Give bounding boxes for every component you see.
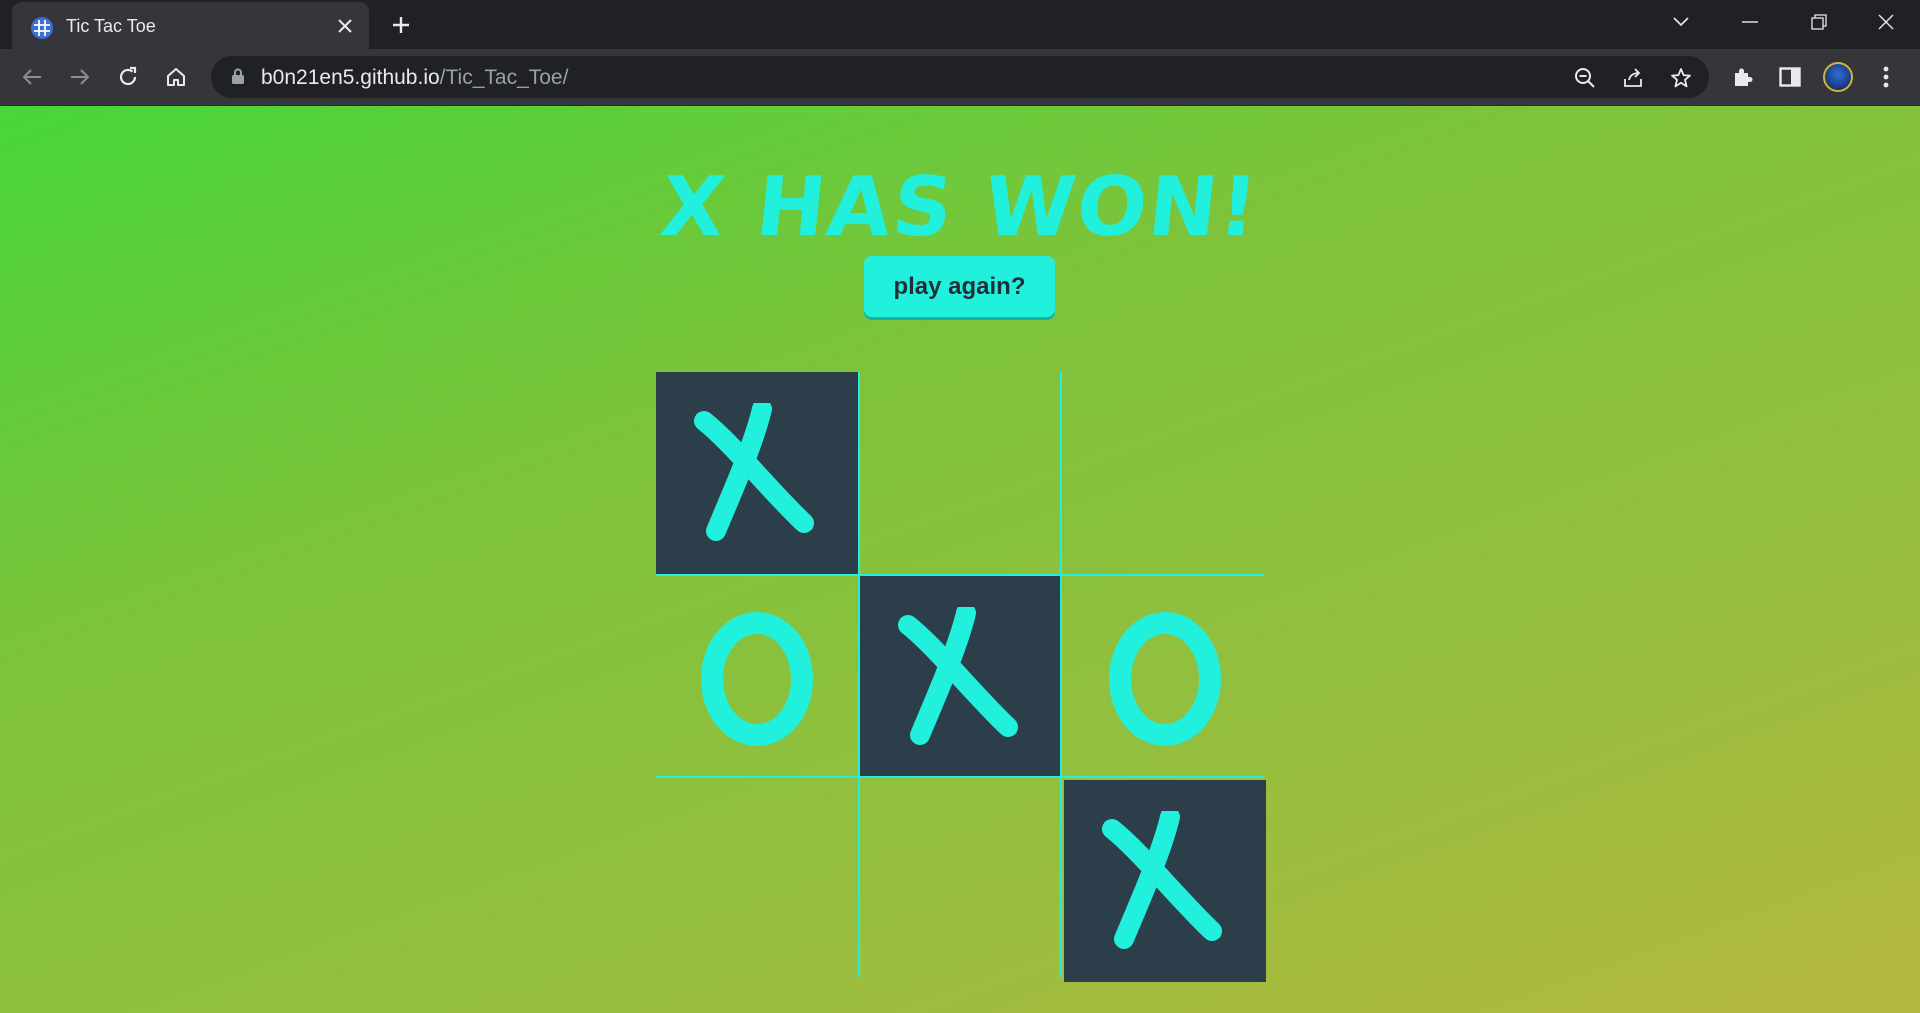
grid-line-vertical-1 [858, 372, 860, 978]
share-icon[interactable] [1617, 62, 1649, 94]
back-arrow-icon[interactable] [12, 57, 52, 97]
browser-tab[interactable]: Tic Tac Toe [12, 2, 369, 50]
lock-icon[interactable] [231, 68, 245, 90]
close-tab-icon[interactable] [331, 12, 359, 40]
game-status-heading: X has won! [656, 160, 1264, 255]
board-cell-r1-c1[interactable] [656, 372, 858, 574]
grid-line-vertical-2 [1060, 372, 1062, 978]
board-cell-r3-c1[interactable] [656, 780, 858, 982]
x-mark-icon [898, 607, 1018, 745]
board-cell-r2-c2[interactable] [860, 576, 1062, 778]
grid-line-horizontal-2 [656, 776, 1264, 778]
url-path: /Tic_Tac_Toe/ [439, 66, 569, 89]
extensions-puzzle-icon[interactable] [1723, 57, 1763, 97]
avatar [1823, 62, 1853, 92]
board-cell-r2-c1[interactable] [656, 576, 858, 778]
tab-title: Tic Tac Toe [66, 16, 156, 36]
o-mark-icon [1109, 612, 1221, 746]
profile-avatar-icon[interactable] [1818, 57, 1858, 97]
address-bar[interactable]: b0n21en5.github.io/Tic_Tac_Toe/ [211, 56, 1709, 98]
x-mark-icon [1102, 811, 1222, 949]
minimize-icon[interactable] [1715, 0, 1784, 44]
side-panel-icon[interactable] [1770, 57, 1810, 97]
home-icon[interactable] [156, 57, 196, 97]
url-host: b0n21en5.github.io [261, 66, 440, 89]
browser-tab-strip: Tic Tac Toe [0, 0, 1920, 50]
board-cell-r1-c2[interactable] [860, 372, 1062, 574]
forward-arrow-icon[interactable] [60, 57, 100, 97]
x-mark-icon [694, 403, 814, 541]
board-cell-r3-c2[interactable] [860, 780, 1062, 982]
board-cell-r2-c3[interactable] [1064, 576, 1266, 778]
close-window-icon[interactable] [1851, 0, 1920, 44]
board-cell-r3-c3[interactable] [1064, 780, 1266, 982]
board-cell-r1-c3[interactable] [1064, 372, 1266, 574]
tic-tac-toe-board [656, 372, 1266, 982]
more-menu-icon[interactable] [1866, 57, 1906, 97]
zoom-out-icon[interactable] [1569, 62, 1601, 94]
o-mark-icon [701, 612, 813, 746]
grid-line-horizontal-1 [656, 574, 1264, 576]
game-page: X has won! play again? [0, 106, 1920, 1013]
reload-icon[interactable] [108, 57, 148, 97]
browser-toolbar: b0n21en5.github.io/Tic_Tac_Toe/ [0, 49, 1920, 106]
bookmark-star-icon[interactable] [1665, 62, 1697, 94]
url-text: b0n21en5.github.io/Tic_Tac_Toe/ [261, 66, 568, 90]
play-again-button[interactable]: play again? [864, 256, 1055, 317]
new-tab-button[interactable] [384, 8, 418, 42]
grid-favicon-icon [30, 16, 54, 40]
restore-icon[interactable] [1784, 0, 1853, 44]
tab-search-chevron-icon[interactable] [1646, 0, 1715, 44]
